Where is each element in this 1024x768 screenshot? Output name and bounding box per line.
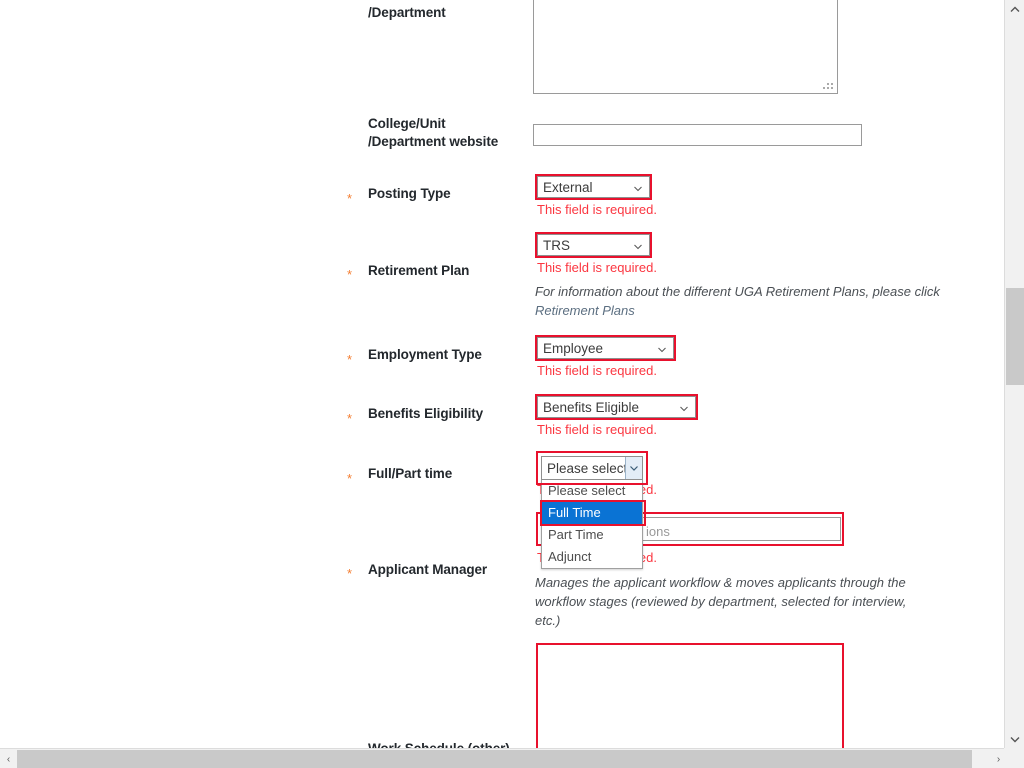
dropdown-option-please-select[interactable]: Please select bbox=[542, 480, 642, 502]
form-viewport: /Department College/Unit /Department web… bbox=[0, 0, 1004, 748]
horizontal-scrollbar-thumb[interactable] bbox=[17, 750, 972, 768]
horizontal-scrollbar[interactable]: ‹ › bbox=[0, 748, 1024, 768]
benefits-eligibility-error-message: This field is required. bbox=[537, 422, 657, 437]
browser-page: /Department College/Unit /Department web… bbox=[0, 0, 1024, 768]
required-asterisk-employment-type: * bbox=[347, 352, 353, 367]
resize-grip-dot bbox=[827, 83, 829, 85]
retirement-plans-link[interactable]: Retirement Plans bbox=[535, 303, 635, 318]
dropdown-option-full-time[interactable]: Full Time bbox=[542, 502, 642, 524]
full-part-time-select[interactable]: Please select bbox=[541, 456, 643, 480]
retirement-plan-hint: For information about the different UGA … bbox=[535, 282, 945, 320]
required-asterisk-retirement-plan: * bbox=[347, 267, 353, 282]
full-part-time-options-list[interactable]: Please select Full Time Part Time Adjunc… bbox=[540, 480, 646, 569]
scroll-up-arrow-icon[interactable] bbox=[1005, 0, 1024, 18]
work-schedule-textarea[interactable] bbox=[536, 643, 844, 748]
retirement-plan-select-value: TRS bbox=[543, 237, 570, 253]
vertical-scrollbar-thumb[interactable] bbox=[1006, 288, 1024, 385]
required-asterisk-full-part-time: * bbox=[347, 471, 353, 486]
benefits-eligibility-select[interactable]: Benefits Eligible bbox=[537, 396, 696, 418]
field-label-retirement-plan: Retirement Plan bbox=[368, 263, 470, 278]
employment-type-select[interactable]: Employee bbox=[537, 337, 674, 359]
posting-type-error-message: This field is required. bbox=[537, 202, 657, 217]
scroll-left-glyph: ‹ bbox=[6, 753, 11, 765]
field-label-employment-type: Employment Type bbox=[368, 347, 482, 362]
required-asterisk-benefits-eligibility: * bbox=[347, 411, 353, 426]
applicant-manager-hint: Manages the applicant workflow & moves a… bbox=[535, 575, 907, 628]
scroll-left-arrow-icon[interactable]: ‹ bbox=[0, 749, 17, 768]
retirement-plan-select[interactable]: TRS bbox=[537, 234, 650, 256]
chevron-down-icon bbox=[633, 240, 643, 250]
posting-type-select[interactable]: External bbox=[537, 176, 650, 198]
vertical-scrollbar[interactable] bbox=[1004, 0, 1024, 748]
scrollbar-corner bbox=[1004, 748, 1024, 768]
resize-grip-dot bbox=[827, 87, 829, 89]
chevron-down-icon[interactable] bbox=[625, 457, 642, 479]
field-label-applicant-manager: Applicant Manager bbox=[368, 562, 488, 577]
retirement-plan-hint-text: For information about the different UGA … bbox=[535, 284, 940, 299]
employment-type-select-value: Employee bbox=[543, 340, 604, 356]
field-label-benefits-eligibility: Benefits Eligibility bbox=[368, 406, 484, 421]
applicant-manager-placeholder: ions bbox=[646, 524, 670, 539]
scroll-right-glyph: › bbox=[996, 753, 1001, 765]
employment-type-error-message: This field is required. bbox=[537, 363, 657, 378]
field-label-full-part-time: Full/Part time bbox=[368, 466, 453, 481]
resize-grip-dot bbox=[831, 83, 833, 85]
dropdown-option-part-time[interactable]: Part Time bbox=[542, 524, 642, 546]
field-label-department: /Department bbox=[368, 5, 446, 20]
required-asterisk-applicant-manager: * bbox=[347, 566, 353, 581]
chevron-down-icon bbox=[633, 182, 643, 192]
scroll-down-arrow-icon[interactable] bbox=[1005, 730, 1024, 748]
dropdown-option-adjunct[interactable]: Adjunct bbox=[542, 546, 642, 568]
chevron-down-icon bbox=[679, 402, 689, 412]
field-label-posting-type: Posting Type bbox=[368, 186, 451, 201]
department-textarea[interactable] bbox=[533, 0, 838, 94]
resize-grip-dot bbox=[823, 87, 825, 89]
field-label-department-website: College/Unit /Department website bbox=[368, 116, 499, 149]
resize-grip-dot bbox=[831, 87, 833, 89]
retirement-plan-error-message: This field is required. bbox=[537, 260, 657, 275]
required-asterisk-posting-type: * bbox=[347, 191, 353, 206]
field-label-work-schedule: Work Schedule (other) bbox=[368, 740, 510, 748]
posting-type-select-value: External bbox=[543, 179, 593, 195]
benefits-eligibility-select-value: Benefits Eligible bbox=[543, 399, 640, 415]
chevron-down-icon bbox=[657, 343, 667, 353]
full-part-time-select-value: Please select bbox=[547, 460, 628, 476]
department-website-input[interactable] bbox=[533, 124, 862, 146]
